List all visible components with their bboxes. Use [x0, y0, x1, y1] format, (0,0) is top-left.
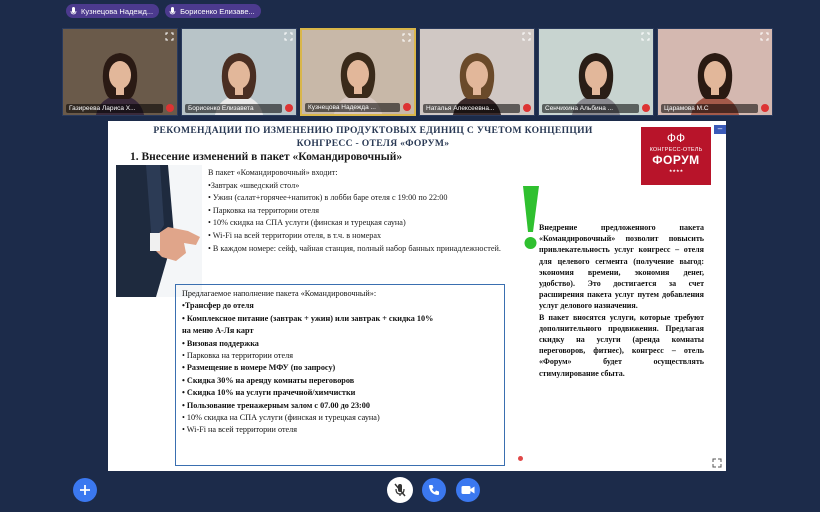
logo-line: ★★★★: [668, 168, 684, 173]
video-toggle-button[interactable]: [456, 478, 480, 502]
list-item: • Пользование тренажерным залом с 07.00 …: [182, 400, 370, 410]
list-item: • Парковка на территории отеля: [182, 351, 293, 361]
participant-name: Сенчихина Альбина ...: [542, 104, 639, 113]
list-item: •Завтрак «шведский стол»: [208, 180, 300, 190]
list-item: • 10% скидка на СПА услуги (финская и ту…: [208, 218, 406, 228]
list-item: • Парковка на территории отеля: [208, 205, 319, 215]
chip-label: Борисенко Елизаве...: [180, 6, 255, 16]
handshake-image: [116, 165, 202, 297]
microphone-muted-icon: [403, 103, 411, 111]
phone-icon: [429, 485, 439, 495]
proposed-list: •Трансфер до отеля • Комплексное питание …: [182, 300, 498, 436]
video-tile[interactable]: Царамова М.С: [657, 28, 773, 116]
list-item: • Визовая поддержка: [182, 338, 259, 348]
microphone-muted-icon: [523, 104, 531, 112]
video-tile[interactable]: Сенчихина Альбина ...: [538, 28, 654, 116]
proposed-box: Предлагаемое наполнение пакета «Командир…: [175, 284, 505, 466]
video-tile[interactable]: Газиреева Лариса Х...: [62, 28, 178, 116]
participant-chip[interactable]: Кузнецова Надежд...: [66, 4, 160, 18]
participant-chips: Кузнецова Надежд... Борисенко Елизаве...: [66, 4, 261, 18]
conclusion-text: Внедрение предложенного пакета «Командир…: [539, 222, 704, 379]
list-item: • Размещение в номере МФУ (по запросу): [182, 363, 336, 373]
hotel-logo: ФФ КОНГРЕСС-ОТЕЛЬ ФОРУМ ★★★★: [641, 127, 711, 185]
logo-line: ФОРУМ: [652, 153, 700, 167]
microphone-muted-icon: [166, 104, 174, 112]
proposed-header: Предлагаемое наполнение пакета «Командир…: [182, 289, 377, 298]
microphone-toggle-button[interactable]: [387, 477, 413, 503]
plus-icon: [80, 485, 90, 495]
microphone-icon: [169, 6, 176, 14]
list-item: • Ужин (салат+горячее+напиток) в лобби б…: [208, 193, 448, 203]
pointer-dot: [518, 456, 523, 461]
expand-icon[interactable]: [522, 32, 531, 41]
list-item: • Скидка 10% на услуги прачечной/химчист…: [182, 388, 356, 398]
video-tile[interactable]: Борисенко Елизавета: [181, 28, 297, 116]
participant-name: Кузнецова Надежда ...: [305, 103, 400, 112]
shared-slide: Рекомендации по изменению продуктовых ед…: [108, 121, 726, 471]
participant-name: Наталья Алексеевна...: [423, 104, 520, 113]
slide-title-line: Рекомендации по изменению продуктовых ед…: [153, 125, 593, 136]
included-list: В пакет «Командировочный» входит: •Завтр…: [208, 167, 516, 255]
expand-icon[interactable]: [284, 32, 293, 41]
list-item: • Wi-Fi на всей территории отеля: [182, 425, 298, 435]
expand-icon[interactable]: [760, 32, 769, 41]
fullscreen-icon[interactable]: [712, 458, 722, 468]
list-item: • Скидка 30% на аренду комнаты переговор…: [182, 375, 355, 385]
list-item: • В каждом номере: сейф, чайная станция,…: [208, 243, 501, 253]
video-tile[interactable]: Наталья Алексеевна...: [419, 28, 535, 116]
participant-name: Газиреева Лариса Х...: [66, 104, 163, 113]
list-item: • Wi-Fi на всей территории отеля, в т.ч.…: [208, 230, 382, 240]
list-item: •Трансфер до отеля: [182, 301, 254, 311]
camera-icon: [461, 486, 475, 494]
logo-emblem-icon: ФФ: [666, 131, 686, 145]
expand-icon[interactable]: [165, 32, 174, 41]
slide-title-line: конгресс - отеля «Форум»: [296, 138, 450, 149]
slide-title: Рекомендации по изменению продуктовых ед…: [118, 124, 628, 150]
section-title: 1. Внесение изменений в пакет «Командиро…: [130, 151, 403, 163]
microphone-muted-icon: [642, 104, 650, 112]
call-button[interactable]: [422, 478, 446, 502]
minimize-button[interactable]: –: [714, 125, 726, 134]
chip-label: Кузнецова Надежд...: [81, 6, 154, 16]
microphone-muted-icon: [285, 104, 293, 112]
list-item: • 10% скидка на СПА услуги (финская и ту…: [182, 413, 380, 423]
add-button[interactable]: [73, 478, 97, 502]
list-item: В пакет «Командировочный» входит:: [208, 168, 338, 177]
participant-name: Борисенко Елизавета: [185, 104, 282, 113]
list-item: • Комплексное питание (завтрак + ужин) и…: [182, 313, 434, 323]
expand-icon[interactable]: [641, 32, 650, 41]
conclusion-paragraph: В пакет вносятся услуги, которые требуют…: [539, 312, 704, 378]
expand-icon[interactable]: [402, 33, 411, 42]
microphone-off-icon: [394, 483, 406, 497]
participant-name: Царамова М.С: [661, 104, 758, 113]
conclusion-paragraph: Внедрение предложенного пакета «Командир…: [539, 223, 704, 311]
participant-chip[interactable]: Борисенко Елизаве...: [165, 4, 261, 18]
microphone-icon: [70, 6, 77, 14]
video-tiles: Газиреева Лариса Х... Борисенко Елизавета…: [62, 28, 773, 116]
video-tile[interactable]: Кузнецова Надежда ...: [300, 28, 416, 116]
microphone-muted-icon: [761, 104, 769, 112]
list-item: на меню А-Ля карт: [182, 326, 254, 336]
